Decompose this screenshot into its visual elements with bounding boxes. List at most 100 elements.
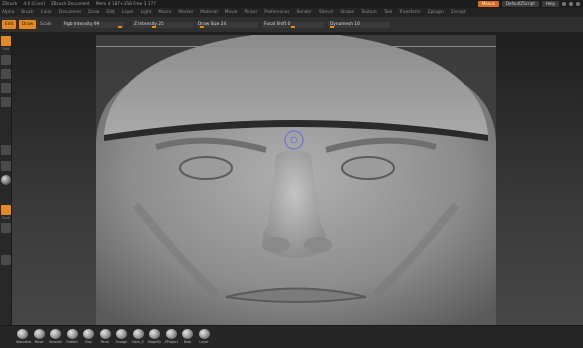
main-menu-bar: Alpha Brush Color Document Draw Edit Layer Ligh… [0,8,583,17]
rotate-icon[interactable] [1,83,11,93]
menu-item-color[interactable]: Color [41,10,52,15]
draw-size-slider[interactable]: Draw Size 24 [196,22,258,28]
focal-shift-label: Focal Shift 0 [264,22,291,27]
brush-label: Standard [16,340,31,344]
menu-item-render[interactable]: Render [297,10,312,15]
brush-nudge[interactable]: Nudge [115,329,128,344]
brush-clay[interactable]: Clay [82,329,95,344]
menu-item-preferences[interactable]: Preferences [264,10,289,15]
menu-item-light[interactable]: Light [141,10,152,15]
app-name: ZBrush [2,1,18,7]
sculpt-head-render [96,35,496,325]
alpha-icon[interactable] [1,161,11,171]
menu-item-stroke[interactable]: Stroke [340,10,354,15]
scale-button[interactable]: Scale [37,20,55,29]
brush-layer[interactable]: Layer [198,329,211,344]
brush-smooth[interactable]: Smooth [49,329,62,344]
material-sphere-icon[interactable] [1,175,11,185]
brush-sphere-icon [17,329,28,339]
brush-label: Smooth [49,340,62,344]
menu-item-transform[interactable]: Transform [399,10,420,15]
brush-magnify[interactable]: Magnify [148,329,161,344]
dynamesh-slider[interactable]: Dynamesh 10 [328,22,390,28]
brush-sphere-icon [149,329,160,339]
brush-label: Pinch [100,340,110,344]
menu-item-stencil[interactable]: Stencil [319,10,334,15]
brush-zproject[interactable]: ZProject [165,329,178,344]
brush-label: Move [34,340,44,344]
brush-label: Blob [183,340,192,344]
menu-item-zplugin[interactable]: Zplugin [428,10,444,15]
draw-button[interactable]: Draw [19,20,37,29]
brush-sphere-icon [132,329,144,339]
menu-item-macro[interactable]: Macro [158,10,171,15]
brush-label: Clay [84,340,93,344]
menu-item-edit[interactable]: Edit [106,10,114,15]
left-shelf: Edit Zsub [0,33,12,348]
zsub-label: Zsub [2,216,10,220]
dynamesh-marker [330,26,334,28]
menu-item-alpha[interactable]: Alpha [2,10,14,15]
focal-shift-slider[interactable]: Focal Shift 0 [262,22,324,28]
focal-shift-marker [291,26,295,28]
brush-sphere-icon [116,329,127,339]
default-zscript-button[interactable]: DefaultZScript [501,1,539,7]
brush-standard[interactable]: Standard [16,329,31,344]
minimize-icon[interactable] [562,2,566,6]
menu-item-texture[interactable]: Texture [361,10,377,15]
z-intensity-marker [152,26,156,28]
brush-label: ZProject [164,340,179,344]
help-button[interactable]: Help [541,1,559,7]
menu-item-zscript[interactable]: Zscript [451,10,466,15]
rgb-intensity-marker [118,26,122,28]
maximize-icon[interactable] [569,2,573,6]
menu-item-brush[interactable]: Brush [21,10,33,15]
document-top-border [96,46,496,47]
move-icon[interactable] [1,55,11,65]
document-viewport[interactable] [96,35,496,325]
edit-mode-icon[interactable] [1,36,11,46]
menu-item-marker[interactable]: Marker [178,10,193,15]
stroke-icon[interactable] [1,145,11,155]
menu-item-movie[interactable]: Movie [225,10,238,15]
brush-pinch[interactable]: Pinch [99,329,112,344]
dynamesh-label: Dynamesh 10 [330,22,360,27]
menu-item-material[interactable]: Material [200,10,217,15]
menu-item-tool[interactable]: Tool [384,10,392,15]
z-intensity-slider[interactable]: Z Intensity 25 [132,22,194,28]
brush-label: Flatten [66,340,78,344]
brush-label: Dam_S [132,340,144,344]
menu-item-document[interactable]: Document [59,10,81,15]
brush-sphere-icon [66,329,78,339]
draw-size-marker [200,26,204,28]
transp-icon[interactable] [1,255,11,265]
edit-button[interactable]: Edit [2,20,17,29]
z-intensity-label: Z Intensity 25 [134,22,164,27]
document-name: ZBrush Document [50,1,90,7]
brush-sphere-icon [50,329,61,339]
edit-mode-label: Edit [2,47,10,51]
brush-move[interactable]: Move [33,329,46,344]
brush-shelf: Standard Move Smooth Flatten Clay Pinch Nudge D… [0,325,583,348]
frame-icon[interactable] [1,97,11,107]
brush-sphere-icon [182,329,193,339]
menus-button[interactable]: Menus [477,1,499,7]
brush-label: Nudge [116,340,127,344]
menu-item-draw[interactable]: Draw [88,10,99,15]
app-version: 4.0 [Core] [23,1,45,7]
brush-sphere-icon [33,329,45,339]
brush-sphere-icon [83,329,94,339]
title-controls: Menus DefaultZScript Help [477,0,583,8]
menu-item-layer[interactable]: Layer [122,10,134,15]
scale-icon[interactable] [1,69,11,79]
brush-flatten[interactable]: Flatten [66,329,79,344]
layers-icon[interactable] [1,223,11,233]
close-icon[interactable] [576,2,580,6]
brush-label: Magnify [148,340,162,344]
brush-sphere-icon [198,329,210,339]
brush-dam-s[interactable]: Dam_S [132,329,145,344]
brush-blob[interactable]: Blob [181,329,194,344]
zsub-icon[interactable] [1,205,11,215]
rgb-intensity-slider[interactable]: Rgb Intensity 99 [62,22,124,28]
menu-item-picker[interactable]: Picker [244,10,257,15]
